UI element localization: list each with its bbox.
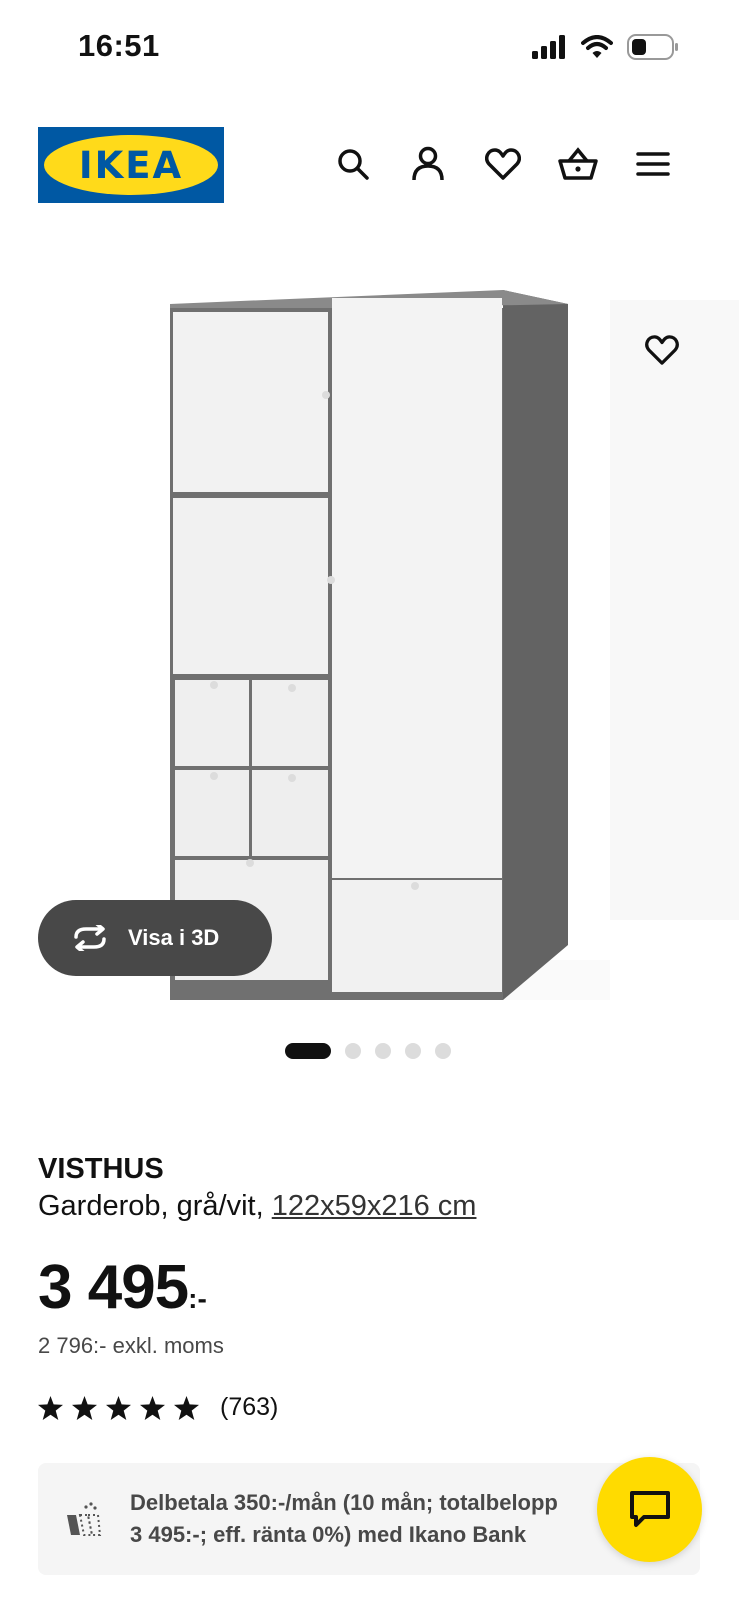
ikea-logo[interactable]: IKEA [38, 127, 224, 203]
wifi-icon [581, 35, 613, 58]
star-icon [72, 1395, 97, 1420]
product-dimensions-link[interactable]: 122x59x216 cm [272, 1190, 477, 1222]
carousel-dot-4[interactable] [405, 1043, 421, 1059]
carousel-dot-1[interactable] [285, 1043, 331, 1059]
status-time: 16:51 [78, 28, 160, 63]
product-description: Garderob, grå/vit, 122x59x216 cm [38, 1190, 476, 1223]
price-excl-vat: 2 796:- exkl. moms [38, 1333, 224, 1358]
status-bar: 16:51 [0, 0, 739, 100]
product-type: Garderob, grå/vit, [38, 1190, 272, 1222]
installment-icon [67, 1502, 102, 1536]
view-3d-button[interactable]: Visa i 3D [38, 900, 272, 976]
chat-button[interactable] [597, 1457, 702, 1562]
financing-text: Delbetala 350:-/mån (10 mån; totalbelopp… [130, 1487, 650, 1551]
logo-text: IKEA [78, 143, 184, 187]
star-icon [38, 1395, 63, 1420]
status-icons [531, 34, 679, 60]
carousel-dot-3[interactable] [375, 1043, 391, 1059]
menu-icon[interactable] [631, 142, 675, 186]
account-icon[interactable] [406, 142, 450, 186]
price-suffix: :- [188, 1283, 207, 1314]
header: IKEA [0, 120, 739, 210]
product-name: VISTHUS [38, 1153, 164, 1185]
carousel-dot-5[interactable] [435, 1043, 451, 1059]
star-icon [174, 1395, 199, 1420]
battery-icon [627, 34, 678, 60]
heart-icon [645, 335, 679, 365]
view-3d-label: Visa i 3D [128, 925, 220, 950]
search-icon[interactable] [331, 142, 375, 186]
product-price: 3 495:- [38, 1252, 207, 1323]
favorite-button[interactable] [632, 320, 692, 380]
carousel-dots [285, 1043, 451, 1059]
rating[interactable]: (763) [38, 1393, 278, 1422]
rotate-3d-icon [74, 925, 106, 951]
heart-icon[interactable] [481, 142, 525, 186]
chat-icon [629, 1490, 670, 1527]
price-amount: 3 495 [38, 1253, 189, 1322]
star-icon [140, 1395, 165, 1420]
rating-count: (763) [220, 1393, 279, 1421]
carousel-dot-2[interactable] [345, 1043, 361, 1059]
star-icon [106, 1395, 131, 1420]
financing-line-1: Delbetala 350:-/mån (10 mån; totalbelopp [130, 1490, 558, 1515]
basket-icon[interactable] [556, 142, 600, 186]
financing-line-2: 3 495:-; eff. ränta 0%) med Ikano Bank [130, 1522, 527, 1547]
signal-icon [532, 35, 565, 59]
